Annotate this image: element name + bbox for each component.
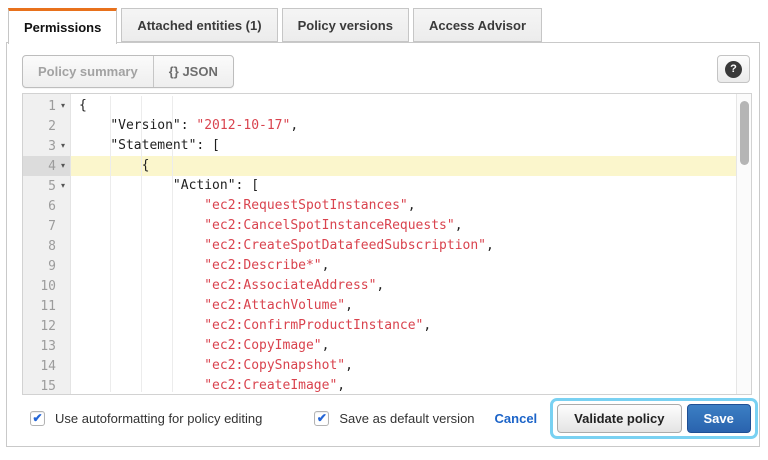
default-version-label: Save as default version [339, 411, 474, 426]
code-line[interactable]: "Action": [ [71, 176, 736, 196]
code-line[interactable]: "ec2:CreateSpotDatafeedSubscription", [71, 236, 736, 256]
line-number: 10 [40, 279, 56, 294]
indent-guide [172, 96, 173, 392]
question-mark-icon: ? [725, 61, 742, 78]
gutter-cell: 11 [23, 296, 70, 316]
code-line[interactable]: "Version": "2012-10-17", [71, 116, 736, 136]
gutter-cell: 9 [23, 256, 70, 276]
line-number: 15 [40, 379, 56, 394]
gutter-cell: 3▾ [23, 136, 70, 156]
line-number: 2 [48, 119, 56, 134]
gutter-cell: 7 [23, 216, 70, 236]
code-line[interactable]: { [71, 96, 736, 116]
code-line[interactable]: "ec2:CancelSpotInstanceRequests", [71, 216, 736, 236]
action-buttons-highlight: Validate policy Save [550, 398, 758, 439]
gutter-cell: 10 [23, 276, 70, 296]
code-line[interactable]: "Statement": [ [71, 136, 736, 156]
gutter-cell: 1▾ [23, 96, 70, 116]
editor-gutter: 1▾23▾4▾5▾6789101112131415 [23, 94, 71, 394]
line-number: 4 [48, 159, 56, 174]
tab-attached-entities[interactable]: Attached entities (1) [121, 8, 277, 42]
policy-json-editor[interactable]: 1▾23▾4▾5▾6789101112131415 { "Version": "… [22, 93, 752, 395]
tab-access-advisor[interactable]: Access Advisor [413, 8, 542, 42]
code-line[interactable]: "ec2:ConfirmProductInstance", [71, 316, 736, 336]
gutter-cell: 15 [23, 376, 70, 395]
indent-guide [110, 96, 111, 392]
line-number: 14 [40, 359, 56, 374]
gutter-cell: 13 [23, 336, 70, 356]
permissions-panel: Policy summary {} JSON ? 1▾23▾4▾5▾678910… [6, 42, 760, 447]
fold-arrow-icon[interactable]: ▾ [56, 136, 70, 156]
line-number: 13 [40, 339, 56, 354]
validate-policy-button[interactable]: Validate policy [557, 404, 681, 433]
tab-policy-versions[interactable]: Policy versions [282, 8, 409, 42]
default-version-group: ✔ Save as default version [314, 411, 474, 426]
autoformat-checkbox[interactable]: ✔ [30, 411, 45, 426]
check-icon: ✔ [317, 412, 327, 424]
line-number: 8 [48, 239, 56, 254]
policy-editor-screen: Permissions Attached entities (1) Policy… [0, 0, 768, 460]
editor-code: { "Version": "2012-10-17", "Statement": … [71, 94, 736, 394]
check-icon: ✔ [32, 412, 42, 424]
help-button[interactable]: ? [717, 55, 750, 83]
policy-summary-button[interactable]: Policy summary [23, 56, 153, 87]
code-line[interactable]: "ec2:CopySnapshot", [71, 356, 736, 376]
line-number: 3 [48, 139, 56, 154]
code-line[interactable]: "ec2:AssociateAddress", [71, 276, 736, 296]
gutter-cell: 6 [23, 196, 70, 216]
gutter-cell: 14 [23, 356, 70, 376]
fold-arrow-icon[interactable]: ▾ [56, 176, 70, 196]
gutter-cell: 8 [23, 236, 70, 256]
gutter-cell: 2 [23, 116, 70, 136]
code-line[interactable]: "ec2:CreateImage", [71, 376, 736, 394]
save-button[interactable]: Save [687, 404, 751, 433]
code-line[interactable]: "ec2:RequestSpotInstances", [71, 196, 736, 216]
line-number: 7 [48, 219, 56, 234]
view-toggle-group: Policy summary {} JSON [22, 55, 234, 88]
line-number: 6 [48, 199, 56, 214]
code-line[interactable]: "ec2:AttachVolume", [71, 296, 736, 316]
line-number: 1 [48, 99, 56, 114]
line-number: 9 [48, 259, 56, 274]
editor-footer: ✔ Use autoformatting for policy editing … [22, 400, 749, 436]
line-number: 11 [40, 299, 56, 314]
code-line[interactable]: "ec2:Describe*", [71, 256, 736, 276]
tab-bar: Permissions Attached entities (1) Policy… [8, 8, 542, 43]
gutter-cell: 5▾ [23, 176, 70, 196]
json-button[interactable]: {} JSON [153, 56, 233, 87]
gutter-cell: 4▾ [23, 156, 70, 176]
code-line[interactable]: "ec2:CopyImage", [71, 336, 736, 356]
editor-scrollbar[interactable] [736, 94, 751, 394]
code-line[interactable]: { [71, 156, 736, 176]
editor-scrollbar-thumb[interactable] [740, 101, 749, 165]
gutter-cell: 12 [23, 316, 70, 336]
line-number: 5 [48, 179, 56, 194]
tab-permissions[interactable]: Permissions [8, 8, 117, 44]
default-version-checkbox[interactable]: ✔ [314, 411, 329, 426]
autoformat-label: Use autoformatting for policy editing [55, 411, 262, 426]
indent-guide [141, 96, 142, 392]
fold-arrow-icon[interactable]: ▾ [56, 156, 70, 176]
cancel-link[interactable]: Cancel [495, 411, 538, 426]
line-number: 12 [40, 319, 56, 334]
autoformat-group: ✔ Use autoformatting for policy editing [30, 411, 262, 426]
fold-arrow-icon[interactable]: ▾ [56, 96, 70, 116]
